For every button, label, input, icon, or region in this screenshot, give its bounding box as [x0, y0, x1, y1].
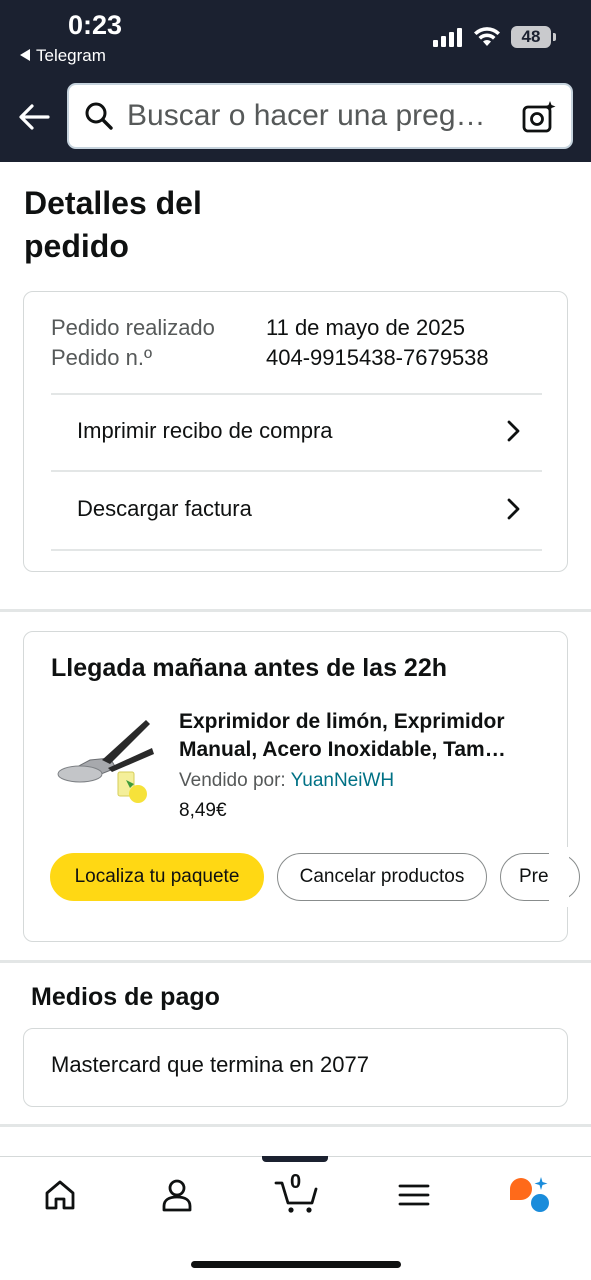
order-number-value: 404-9915438-7679538: [266, 345, 489, 370]
order-placed-date: 11 de mayo de 2025: [266, 315, 465, 340]
product-title-line1[interactable]: Exprimidor de limón, Exprimidor: [179, 708, 549, 736]
camera-search-icon[interactable]: [521, 99, 557, 135]
order-summary-card: Pedido realizado 11 de mayo de 2025 Pedi…: [23, 291, 568, 572]
page-title: Detalles del pedido: [24, 185, 202, 264]
wifi-icon: [474, 27, 500, 46]
payment-method-card: Mastercard que termina en 2077: [23, 1028, 568, 1107]
chevron-right-icon: [507, 498, 520, 520]
alexa-ai-icon[interactable]: [508, 1175, 552, 1215]
signal-icon: [433, 28, 462, 47]
home-indicator: [191, 1261, 401, 1268]
order-number-label: Pedido n.º: [51, 345, 152, 370]
back-app-label: Telegram: [36, 46, 106, 65]
back-to-app-link[interactable]: Telegram: [20, 46, 106, 66]
product-image[interactable]: [50, 716, 160, 812]
track-package-button[interactable]: Localiza tu paquete: [50, 853, 264, 901]
download-invoice-label: Descargar factura: [77, 496, 252, 521]
download-invoice-link[interactable]: Descargar factura: [51, 471, 542, 547]
section-separator: [0, 960, 591, 963]
print-receipt-label: Imprimir recibo de compra: [77, 418, 333, 443]
delivery-title: Llegada mañana antes de las 22h: [51, 654, 447, 682]
battery-indicator: 48: [511, 26, 556, 48]
delivery-card: Llegada mañana antes de las 22h Exprimid…: [23, 631, 580, 942]
cancel-items-button[interactable]: Cancelar productos: [277, 853, 487, 901]
search-bar[interactable]: [67, 83, 573, 149]
print-receipt-link[interactable]: Imprimir recibo de compra: [51, 393, 542, 469]
back-triangle-icon: [20, 48, 30, 61]
search-icon: [85, 102, 113, 130]
bottom-tab-bar: 0: [0, 1156, 591, 1280]
account-icon[interactable]: [157, 1175, 197, 1215]
divider: [51, 549, 542, 551]
home-icon[interactable]: [40, 1175, 80, 1215]
search-input[interactable]: [127, 99, 512, 133]
top-header: 0:23 Telegram 48: [0, 0, 591, 162]
status-time: 0:23: [68, 10, 123, 40]
cart-count-badge: 0: [290, 1171, 302, 1193]
section-separator: [0, 609, 591, 612]
status-icons: 48: [433, 26, 556, 48]
sold-by: Vendido por: YuanNeiWH: [179, 770, 394, 792]
product-title-line2[interactable]: Manual, Acero Inoxidable, Tam…: [179, 736, 549, 764]
menu-icon[interactable]: [394, 1175, 434, 1215]
product-price: 8,49€: [179, 800, 227, 821]
section-separator: [0, 1124, 591, 1127]
payment-method-text: Mastercard que termina en 2077: [51, 1052, 369, 1077]
sold-by-label: Vendido por:: [179, 770, 291, 791]
button-scroll-clip: [549, 847, 569, 907]
seller-link[interactable]: YuanNeiWH: [291, 770, 395, 791]
back-arrow-icon[interactable]: [14, 97, 54, 137]
active-tab-indicator: [262, 1156, 328, 1162]
payment-section-title: Medios de pago: [31, 983, 220, 1011]
order-placed-label: Pedido realizado: [51, 315, 215, 340]
chevron-right-icon: [507, 420, 520, 442]
